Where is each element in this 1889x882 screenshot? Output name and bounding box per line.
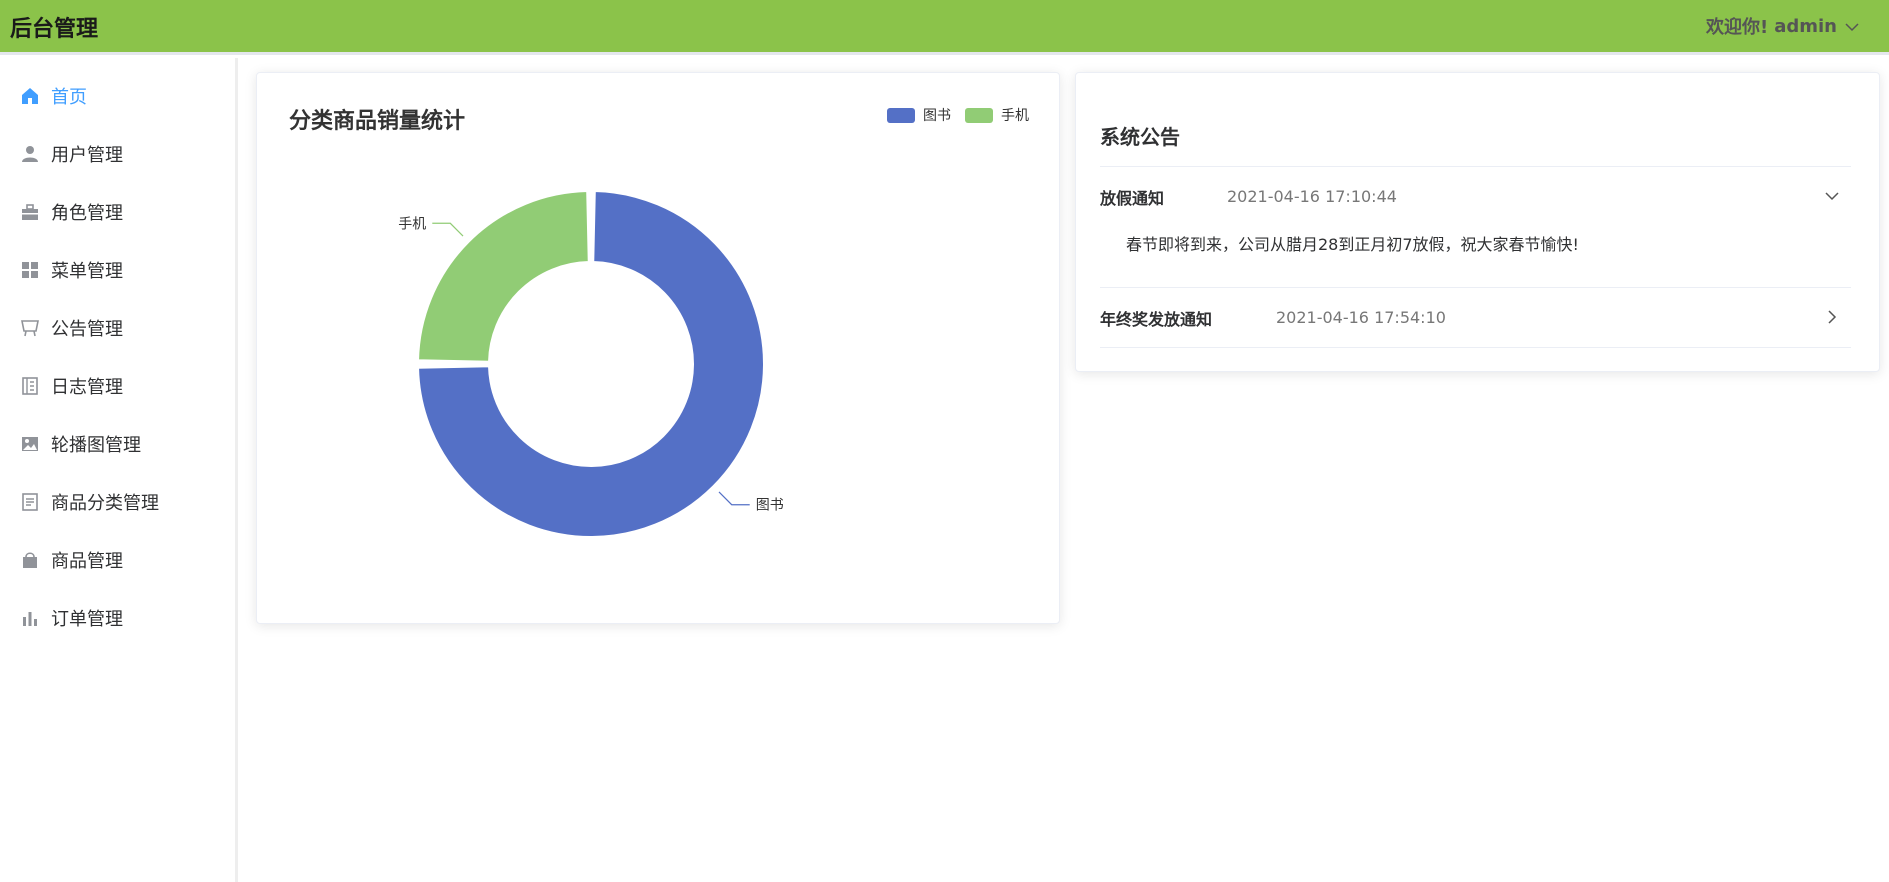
home-icon [20, 86, 40, 106]
announcements-list: 放假通知 2021-04-16 17:10:44 春节即将到来，公司从腊月28到… [1100, 166, 1851, 348]
picture-icon [20, 434, 40, 454]
sidebar-item-users[interactable]: 用户管理 [0, 124, 235, 184]
sidebar-item-label: 菜单管理 [51, 261, 123, 282]
chevron-right-icon [1823, 308, 1841, 326]
sidebar-item-label: 用户管理 [51, 145, 123, 166]
sidebar-item-home[interactable]: 首页 [0, 66, 235, 126]
briefcase-icon [20, 202, 40, 222]
sidebar: 首页 用户管理 角色管理 菜单管理 公告管理 日志管理 轮播图管理 商品分类管理… [0, 58, 238, 882]
sidebar-item-announcements[interactable]: 公告管理 [0, 298, 235, 358]
notice-time: 2021-04-16 17:54:10 [1276, 308, 1446, 327]
user-icon [20, 144, 40, 164]
username: admin [1774, 15, 1837, 37]
sidebar-item-label: 公告管理 [51, 319, 123, 340]
chevron-down-icon [1823, 187, 1841, 205]
document-icon [20, 492, 40, 512]
sidebar-item-label: 商品管理 [51, 551, 123, 572]
main-content: 分类商品销量统计 图书 手机 图书 手机 系统公告 放假通知 2021-04-16… [238, 58, 1889, 882]
sidebar-item-label: 首页 [51, 87, 87, 108]
sidebar-item-carousel[interactable]: 轮播图管理 [0, 414, 235, 474]
top-header: 后台管理 欢迎你! admin [0, 0, 1889, 55]
slice-label: 手机 [398, 216, 426, 232]
label-leader-line [718, 491, 750, 506]
announcements-title: 系统公告 [1100, 125, 1180, 149]
sales-chart-card: 分类商品销量统计 图书 手机 图书 手机 [256, 72, 1060, 624]
easel-icon [20, 318, 40, 338]
slice-label: 图书 [756, 498, 784, 514]
app-title: 后台管理 [10, 17, 99, 42]
welcome-text: 欢迎你! [1706, 17, 1769, 38]
chevron-down-icon [1845, 16, 1859, 37]
notice-item-holiday[interactable]: 放假通知 2021-04-16 17:10:44 春节即将到来，公司从腊月28到… [1100, 167, 1851, 288]
sidebar-item-menus[interactable]: 菜单管理 [0, 240, 235, 300]
sidebar-item-roles[interactable]: 角色管理 [0, 182, 235, 242]
sidebar-item-products[interactable]: 商品管理 [0, 530, 235, 590]
notice-time: 2021-04-16 17:10:44 [1227, 187, 1397, 206]
notice-header[interactable]: 放假通知 2021-04-16 17:10:44 [1100, 167, 1851, 226]
grid-icon [20, 260, 40, 280]
notice-title: 放假通知 [1100, 188, 1165, 208]
notice-title: 年终奖发放通知 [1100, 309, 1213, 329]
notice-content: 春节即将到来，公司从腊月28到正月初7放假，祝大家春节愉快! [1126, 235, 1579, 254]
sidebar-item-label: 订单管理 [51, 609, 123, 630]
user-menu-trigger[interactable]: 欢迎你! admin [1706, 13, 1859, 39]
shopping-bag-icon [20, 550, 40, 570]
donut-slice-1[interactable] [417, 190, 590, 363]
sidebar-item-orders[interactable]: 订单管理 [0, 588, 235, 648]
sidebar-item-label: 日志管理 [51, 377, 123, 398]
sidebar-item-label: 轮播图管理 [51, 435, 141, 456]
announcements-card: 系统公告 放假通知 2021-04-16 17:10:44 春节即将到来，公司从… [1075, 72, 1880, 372]
sidebar-item-logs[interactable]: 日志管理 [0, 356, 235, 416]
notice-item-bonus[interactable]: 年终奖发放通知 2021-04-16 17:54:10 [1100, 288, 1851, 348]
sidebar-item-categories[interactable]: 商品分类管理 [0, 472, 235, 532]
bar-chart-icon [20, 608, 40, 628]
label-leader-line [432, 222, 464, 237]
notebook-icon [20, 376, 40, 396]
sidebar-item-label: 商品分类管理 [51, 493, 159, 514]
donut-chart: 图书 手机 [398, 190, 784, 538]
sidebar-item-label: 角色管理 [51, 203, 123, 224]
notice-header[interactable]: 年终奖发放通知 2021-04-16 17:54:10 [1100, 288, 1851, 347]
